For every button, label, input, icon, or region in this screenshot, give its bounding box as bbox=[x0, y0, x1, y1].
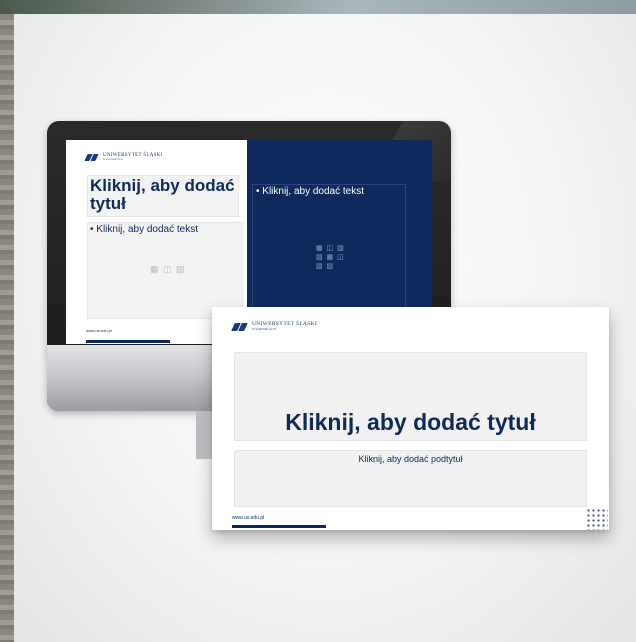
insert-content-icons: ▦ ◫ ▧ bbox=[150, 264, 186, 274]
university-logo: UNIWERSYTET ŚLĄSKI W KATOWICACH bbox=[231, 321, 317, 331]
right-body-text: • Kliknij, aby dodać tekst bbox=[256, 186, 364, 197]
slide-body-text: • Kliknij, aby dodać tekst bbox=[90, 224, 198, 235]
dot-pattern-decoration bbox=[586, 508, 608, 530]
background-photo-top bbox=[0, 0, 636, 14]
title-slide: UNIWERSYTET ŚLĄSKI W KATOWICACH Kliknij,… bbox=[212, 307, 609, 530]
footer-bar bbox=[232, 525, 326, 528]
footer-url: www.us.edu.pl bbox=[86, 328, 112, 333]
footer-url: www.us.edu.pl bbox=[232, 515, 265, 521]
slide-title: Kliknij, aby dodać tytuł bbox=[90, 176, 235, 213]
right-insert-content-icons: ▦ ◫ ▧ ▨ ▦ ◫ ▧ ▨ bbox=[316, 245, 345, 270]
logo-mark-icon bbox=[231, 322, 248, 331]
logo-subtext: W KATOWICACH bbox=[252, 327, 276, 331]
logo-mark-icon bbox=[84, 153, 99, 161]
logo-subtext: W KATOWICACH bbox=[103, 158, 123, 161]
slide-title: Kliknij, aby dodać tytuł bbox=[285, 409, 536, 435]
university-logo: UNIWERSYTET ŚLĄSKI W KATOWICACH bbox=[84, 153, 163, 161]
background-photo-left bbox=[0, 14, 14, 642]
footer-bar bbox=[86, 340, 170, 343]
slide-subtitle: Kliknij, aby dodać podtytuł bbox=[358, 454, 463, 464]
